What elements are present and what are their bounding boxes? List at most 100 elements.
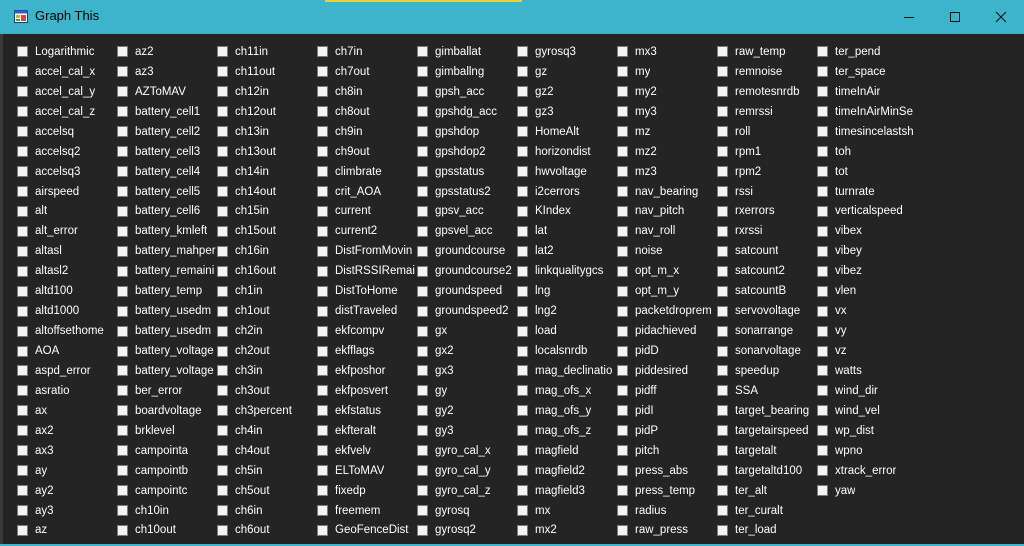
checkbox[interactable] xyxy=(417,126,428,138)
graph-checkbox-item[interactable]: targetaltd100 xyxy=(716,461,816,481)
checkbox[interactable] xyxy=(317,205,328,217)
checkbox[interactable] xyxy=(117,265,128,277)
checkbox[interactable] xyxy=(717,66,728,78)
checkbox[interactable] xyxy=(17,126,28,138)
graph-checkbox-item[interactable]: altd1000 xyxy=(16,301,116,321)
checkbox[interactable] xyxy=(517,305,528,317)
checkbox[interactable] xyxy=(717,425,728,437)
graph-checkbox-item[interactable]: ax3 xyxy=(16,441,116,461)
graph-checkbox-item[interactable]: ter_load xyxy=(716,521,816,541)
graph-checkbox-item[interactable]: packetdroprem xyxy=(616,301,716,321)
graph-checkbox-item[interactable]: aspd_error xyxy=(16,361,116,381)
checkbox[interactable] xyxy=(317,46,328,58)
graph-checkbox-item[interactable]: ch3out xyxy=(216,381,316,401)
checkbox[interactable] xyxy=(517,146,528,158)
graph-checkbox-item[interactable]: ch5in xyxy=(216,461,316,481)
checkbox[interactable] xyxy=(517,345,528,357)
graph-checkbox-item[interactable]: pitch xyxy=(616,441,716,461)
graph-checkbox-item[interactable]: remotesnrdb xyxy=(716,82,816,102)
checkbox[interactable] xyxy=(517,186,528,198)
graph-checkbox-item[interactable]: ax2 xyxy=(16,421,116,441)
checkbox[interactable] xyxy=(217,146,228,158)
checkbox[interactable] xyxy=(217,265,228,277)
checkbox[interactable] xyxy=(417,86,428,98)
graph-checkbox-item[interactable]: timesincelastsh xyxy=(816,122,916,142)
checkbox[interactable] xyxy=(717,265,728,277)
checkbox[interactable] xyxy=(617,46,628,58)
checkbox[interactable] xyxy=(817,106,828,118)
checkbox[interactable] xyxy=(817,285,828,297)
graph-checkbox-item[interactable]: mx2 xyxy=(516,521,616,541)
graph-checkbox-item[interactable]: altd100 xyxy=(16,281,116,301)
graph-checkbox-item[interactable]: pidP xyxy=(616,421,716,441)
graph-checkbox-item[interactable]: sonarrange xyxy=(716,321,816,341)
checkbox[interactable] xyxy=(717,205,728,217)
graph-checkbox-item[interactable]: battery_cell4 xyxy=(116,162,216,182)
graph-checkbox-item[interactable]: target_bearing xyxy=(716,401,816,421)
checkbox[interactable] xyxy=(417,265,428,277)
graph-checkbox-item[interactable]: battery_voltage xyxy=(116,341,216,361)
checkbox[interactable] xyxy=(317,146,328,158)
checkbox[interactable] xyxy=(17,186,28,198)
graph-checkbox-item[interactable]: lng xyxy=(516,281,616,301)
graph-checkbox-item[interactable]: gimballat xyxy=(416,42,516,62)
checkbox[interactable] xyxy=(317,465,328,477)
checkbox[interactable] xyxy=(617,166,628,178)
checkbox[interactable] xyxy=(717,524,728,536)
checkbox[interactable] xyxy=(17,46,28,58)
graph-checkbox-item[interactable]: alt_error xyxy=(16,221,116,241)
checkbox[interactable] xyxy=(417,66,428,78)
graph-checkbox-item[interactable]: mx xyxy=(516,501,616,521)
checkbox[interactable] xyxy=(417,325,428,337)
checkbox[interactable] xyxy=(17,385,28,397)
graph-checkbox-item[interactable]: ter_space xyxy=(816,62,916,82)
graph-checkbox-item[interactable]: boardvoltage xyxy=(116,401,216,421)
checkbox[interactable] xyxy=(117,86,128,98)
checkbox[interactable] xyxy=(17,365,28,377)
graph-checkbox-item[interactable]: accel_cal_y xyxy=(16,82,116,102)
checkbox[interactable] xyxy=(117,285,128,297)
checkbox[interactable] xyxy=(717,405,728,417)
checkbox[interactable] xyxy=(817,186,828,198)
graph-checkbox-item[interactable]: ter_curalt xyxy=(716,501,816,521)
graph-checkbox-item[interactable]: ekfcompv xyxy=(316,321,416,341)
checkbox[interactable] xyxy=(317,385,328,397)
checkbox[interactable] xyxy=(717,285,728,297)
checkbox[interactable] xyxy=(517,106,528,118)
graph-checkbox-item[interactable]: gyro_cal_y xyxy=(416,461,516,481)
graph-checkbox-item[interactable]: ch3percent xyxy=(216,401,316,421)
checkbox[interactable] xyxy=(517,365,528,377)
checkbox[interactable] xyxy=(617,146,628,158)
graph-checkbox-item[interactable]: ax xyxy=(16,401,116,421)
graph-checkbox-item[interactable]: gpsv_acc xyxy=(416,202,516,222)
graph-checkbox-item[interactable]: i2cerrors xyxy=(516,182,616,202)
graph-checkbox-item[interactable]: AZToMAV xyxy=(116,82,216,102)
checkbox[interactable] xyxy=(817,245,828,257)
graph-checkbox-item[interactable]: groundspeed xyxy=(416,281,516,301)
checkbox[interactable] xyxy=(217,405,228,417)
graph-checkbox-item[interactable]: ch14out xyxy=(216,182,316,202)
graph-checkbox-item[interactable]: KIndex xyxy=(516,202,616,222)
checkbox[interactable] xyxy=(217,505,228,517)
checkbox[interactable] xyxy=(417,365,428,377)
graph-checkbox-item[interactable]: ch9out xyxy=(316,142,416,162)
checkbox[interactable] xyxy=(217,126,228,138)
graph-checkbox-item[interactable]: raw_temp xyxy=(716,42,816,62)
graph-checkbox-item[interactable]: fixedp xyxy=(316,481,416,501)
checkbox[interactable] xyxy=(117,325,128,337)
graph-checkbox-item[interactable]: gpshdg_acc xyxy=(416,102,516,122)
checkbox[interactable] xyxy=(217,365,228,377)
checkbox[interactable] xyxy=(617,205,628,217)
graph-checkbox-item[interactable]: accelsq xyxy=(16,122,116,142)
checkbox[interactable] xyxy=(717,445,728,457)
checkbox[interactable] xyxy=(617,425,628,437)
graph-checkbox-item[interactable]: gyro_cal_x xyxy=(416,441,516,461)
graph-checkbox-item[interactable]: vibez xyxy=(816,261,916,281)
checkbox[interactable] xyxy=(317,86,328,98)
graph-checkbox-item[interactable]: ch12in xyxy=(216,82,316,102)
graph-checkbox-item[interactable]: ch8out xyxy=(316,102,416,122)
graph-checkbox-item[interactable]: my xyxy=(616,62,716,82)
checkbox[interactable] xyxy=(517,46,528,58)
checkbox[interactable] xyxy=(617,186,628,198)
graph-checkbox-item[interactable]: ter_alt xyxy=(716,481,816,501)
